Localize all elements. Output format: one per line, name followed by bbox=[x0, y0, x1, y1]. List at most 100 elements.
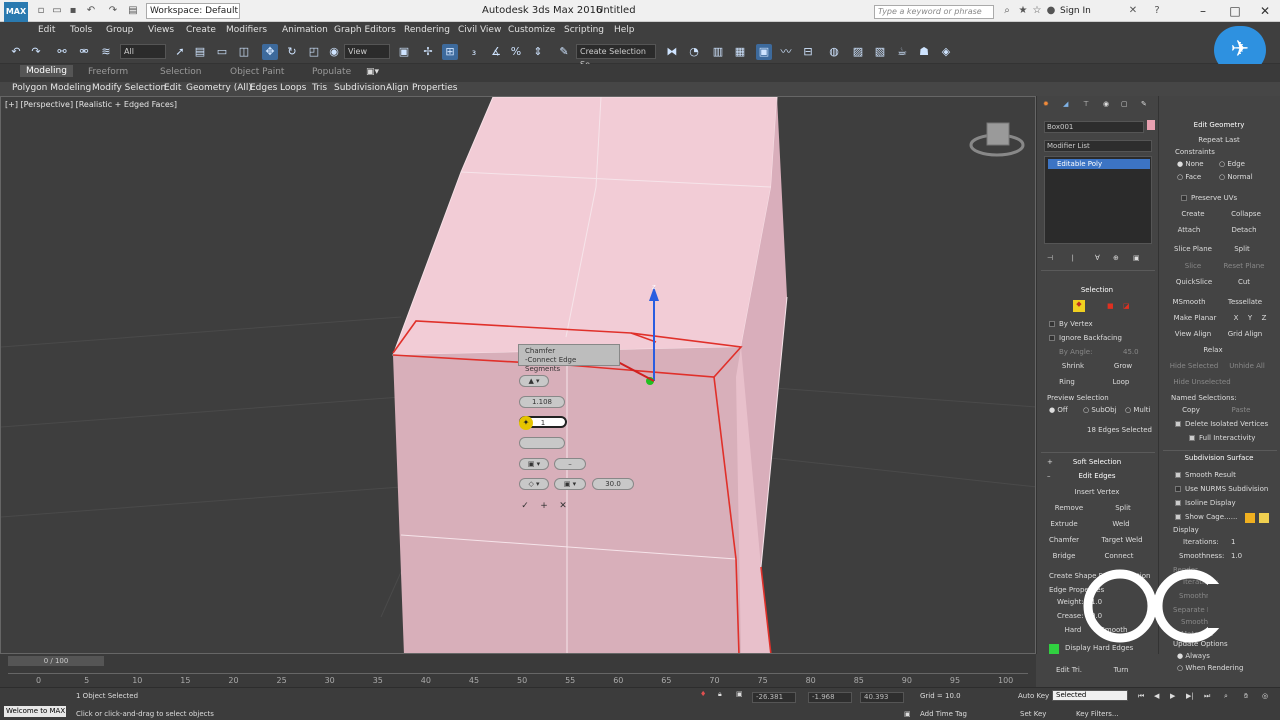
zoom-icon[interactable]: ⌕ bbox=[1224, 692, 1228, 701]
isolate-selection-icon[interactable]: ♦ bbox=[700, 690, 706, 698]
mirror-icon[interactable]: ⧓ bbox=[664, 44, 680, 60]
menu-civil-view[interactable]: Civil View bbox=[458, 25, 501, 35]
use-nurms-checkbox[interactable] bbox=[1175, 486, 1181, 492]
grid-align-button[interactable]: Grid Align bbox=[1221, 330, 1269, 338]
object-color-swatch[interactable] bbox=[1147, 120, 1155, 130]
tab-selection[interactable]: Selection bbox=[160, 67, 201, 77]
ring-button[interactable]: Ring bbox=[1053, 378, 1081, 386]
favorites-icon[interactable]: ☆ bbox=[1030, 4, 1044, 18]
smoothness-field[interactable]: 1.0 bbox=[1231, 552, 1242, 560]
planar-x-button[interactable]: X bbox=[1231, 314, 1241, 322]
create-tab-icon[interactable]: ✹ bbox=[1043, 100, 1049, 108]
smooth-toggle[interactable]: ◇ ▾ bbox=[519, 478, 549, 490]
user-icon[interactable]: ● bbox=[1044, 4, 1058, 18]
render-in-cloud-icon[interactable]: ◈ bbox=[938, 44, 954, 60]
smooth-result-checkbox[interactable] bbox=[1175, 472, 1181, 478]
modifier-list-dropdown[interactable]: Modifier List bbox=[1044, 140, 1152, 152]
menu-help[interactable]: Help bbox=[614, 25, 635, 35]
help-icon[interactable]: ? bbox=[1150, 4, 1164, 18]
open-file-icon[interactable]: ▭ bbox=[50, 4, 64, 18]
lock-selection-icon[interactable]: 🔒︎ bbox=[718, 690, 722, 699]
go-to-end-icon[interactable]: ⏭ bbox=[1204, 692, 1210, 701]
key-filters-button[interactable]: Key Filters... bbox=[1076, 710, 1119, 718]
keyboard-shortcut-override-icon[interactable]: ⊞ bbox=[442, 44, 458, 60]
tab-object-paint[interactable]: Object Paint bbox=[230, 67, 284, 77]
preserve-uvs-checkbox[interactable] bbox=[1181, 195, 1187, 201]
delete-isolated-checkbox[interactable] bbox=[1175, 421, 1181, 427]
project-folder-icon[interactable]: ▤ bbox=[126, 4, 140, 18]
edit-named-selection-icon[interactable]: ✎ bbox=[556, 44, 572, 60]
angle-snap-icon[interactable]: ∡ bbox=[488, 44, 504, 60]
chamfer-amount-field[interactable]: 1.108 bbox=[519, 396, 565, 408]
select-and-place-icon[interactable]: ◉ bbox=[326, 44, 342, 60]
render-iterative-icon[interactable]: ☗ bbox=[916, 44, 932, 60]
planar-y-button[interactable]: Y bbox=[1245, 314, 1255, 322]
by-vertex-checkbox[interactable] bbox=[1049, 321, 1055, 327]
reset-plane-button[interactable]: Reset Plane bbox=[1219, 262, 1269, 270]
previous-frame-icon[interactable]: ◀ bbox=[1154, 692, 1159, 700]
quickslice-button[interactable]: QuickSlice bbox=[1169, 278, 1219, 286]
constraint-normal-radio[interactable]: ○ Normal bbox=[1219, 173, 1253, 181]
absolute-mode-icon[interactable]: ▣ bbox=[736, 690, 743, 698]
z-coordinate-field[interactable]: 40.393 bbox=[860, 692, 904, 703]
menu-views[interactable]: Views bbox=[148, 25, 174, 35]
by-angle-field[interactable]: 45.0 bbox=[1123, 348, 1139, 356]
ribbon-edit[interactable]: Edit bbox=[164, 83, 181, 93]
isoline-display-checkbox[interactable] bbox=[1175, 500, 1181, 506]
hide-selected-button[interactable]: Hide Selected bbox=[1167, 362, 1221, 370]
ignore-backfacing-checkbox[interactable] bbox=[1049, 335, 1055, 341]
modifier-stack[interactable]: Editable Poly bbox=[1044, 156, 1152, 244]
ribbon-modify-selection[interactable]: Modify Selection bbox=[92, 83, 166, 93]
stack-item-editable-poly[interactable]: Editable Poly bbox=[1048, 159, 1150, 169]
render-setup-icon[interactable]: ▨ bbox=[850, 44, 866, 60]
select-and-rotate-icon[interactable]: ↻ bbox=[284, 44, 300, 60]
material-editor-icon[interactable]: ◍ bbox=[826, 44, 842, 60]
unhide-all-button[interactable]: Unhide All bbox=[1223, 362, 1271, 370]
edit-tri-button[interactable]: Edit Tri. bbox=[1052, 666, 1086, 674]
cage-color-swatch[interactable] bbox=[1245, 513, 1255, 523]
close-icon[interactable]: ✕ bbox=[1250, 2, 1280, 20]
named-selection-set-dropdown[interactable]: Create Selection Se bbox=[576, 44, 656, 69]
preview-multi-radio[interactable]: ○ Multi bbox=[1125, 406, 1150, 414]
ribbon-properties[interactable]: Properties bbox=[412, 83, 457, 93]
show-end-result-icon[interactable]: ∣ bbox=[1071, 254, 1075, 262]
minimize-icon[interactable]: – bbox=[1188, 2, 1218, 20]
layer-explorer-icon[interactable]: ▥ bbox=[710, 44, 726, 60]
preview-off-radio[interactable]: ● Off bbox=[1049, 406, 1068, 414]
reference-coordinate-dropdown[interactable]: View bbox=[344, 44, 390, 59]
percent-snap-icon[interactable]: % bbox=[508, 44, 524, 60]
undo-icon[interactable]: ↶ bbox=[84, 4, 98, 18]
edit-geometry-rollout-header[interactable]: Edit Geometry bbox=[1159, 121, 1279, 129]
search-icon[interactable]: ⌕ bbox=[1000, 4, 1014, 18]
slice-plane-button[interactable]: Slice Plane bbox=[1169, 245, 1217, 253]
smooth-type-dropdown[interactable]: ▣ ▾ bbox=[554, 478, 586, 490]
slice-button[interactable]: Slice bbox=[1173, 262, 1213, 270]
new-file-icon[interactable]: ▫ bbox=[34, 4, 48, 18]
update-always-radio[interactable]: ● Always bbox=[1177, 652, 1210, 660]
hard-edge-color-swatch[interactable] bbox=[1049, 644, 1059, 654]
viewport-label[interactable]: [+] [Perspective] [Realistic + Edged Fac… bbox=[5, 100, 177, 109]
motion-tab-icon[interactable]: ◉ bbox=[1103, 100, 1109, 108]
y-coordinate-field[interactable]: -1.968 bbox=[808, 692, 852, 703]
chamfer-tension-field[interactable] bbox=[519, 437, 565, 449]
exchange-icon[interactable]: ✕ bbox=[1126, 4, 1140, 18]
remove-modifier-icon[interactable]: ⊕ bbox=[1113, 254, 1119, 262]
graphite-toolbox-icon[interactable]: ▣ bbox=[756, 44, 772, 60]
menu-modifiers[interactable]: Modifiers bbox=[226, 25, 267, 35]
pan-icon[interactable]: ✋︎ bbox=[1244, 692, 1248, 701]
cut-button[interactable]: Cut bbox=[1231, 278, 1257, 286]
smooth-threshold-field[interactable]: 30.0 bbox=[592, 478, 634, 490]
select-and-link-icon[interactable]: ⚯ bbox=[54, 44, 70, 60]
add-time-tag-button[interactable]: Add Time Tag bbox=[920, 710, 967, 718]
make-unique-icon[interactable]: ∀ bbox=[1095, 254, 1100, 262]
subdivision-surface-rollout-header[interactable]: Subdivision Surface bbox=[1159, 454, 1279, 462]
undo-icon[interactable]: ↶ bbox=[8, 44, 24, 60]
spinner-snap-icon[interactable]: ⇕ bbox=[530, 44, 546, 60]
menu-tools[interactable]: Tools bbox=[70, 25, 92, 35]
select-manipulate-icon[interactable]: ✢ bbox=[420, 44, 436, 60]
border-subobject-icon[interactable]: ■ bbox=[1107, 302, 1114, 310]
selection-rollout-header[interactable]: Selection bbox=[1037, 286, 1157, 294]
app-logo-icon[interactable]: MAX bbox=[4, 2, 28, 22]
tab-populate[interactable]: Populate bbox=[312, 67, 351, 77]
menu-edit[interactable]: Edit bbox=[38, 25, 55, 35]
